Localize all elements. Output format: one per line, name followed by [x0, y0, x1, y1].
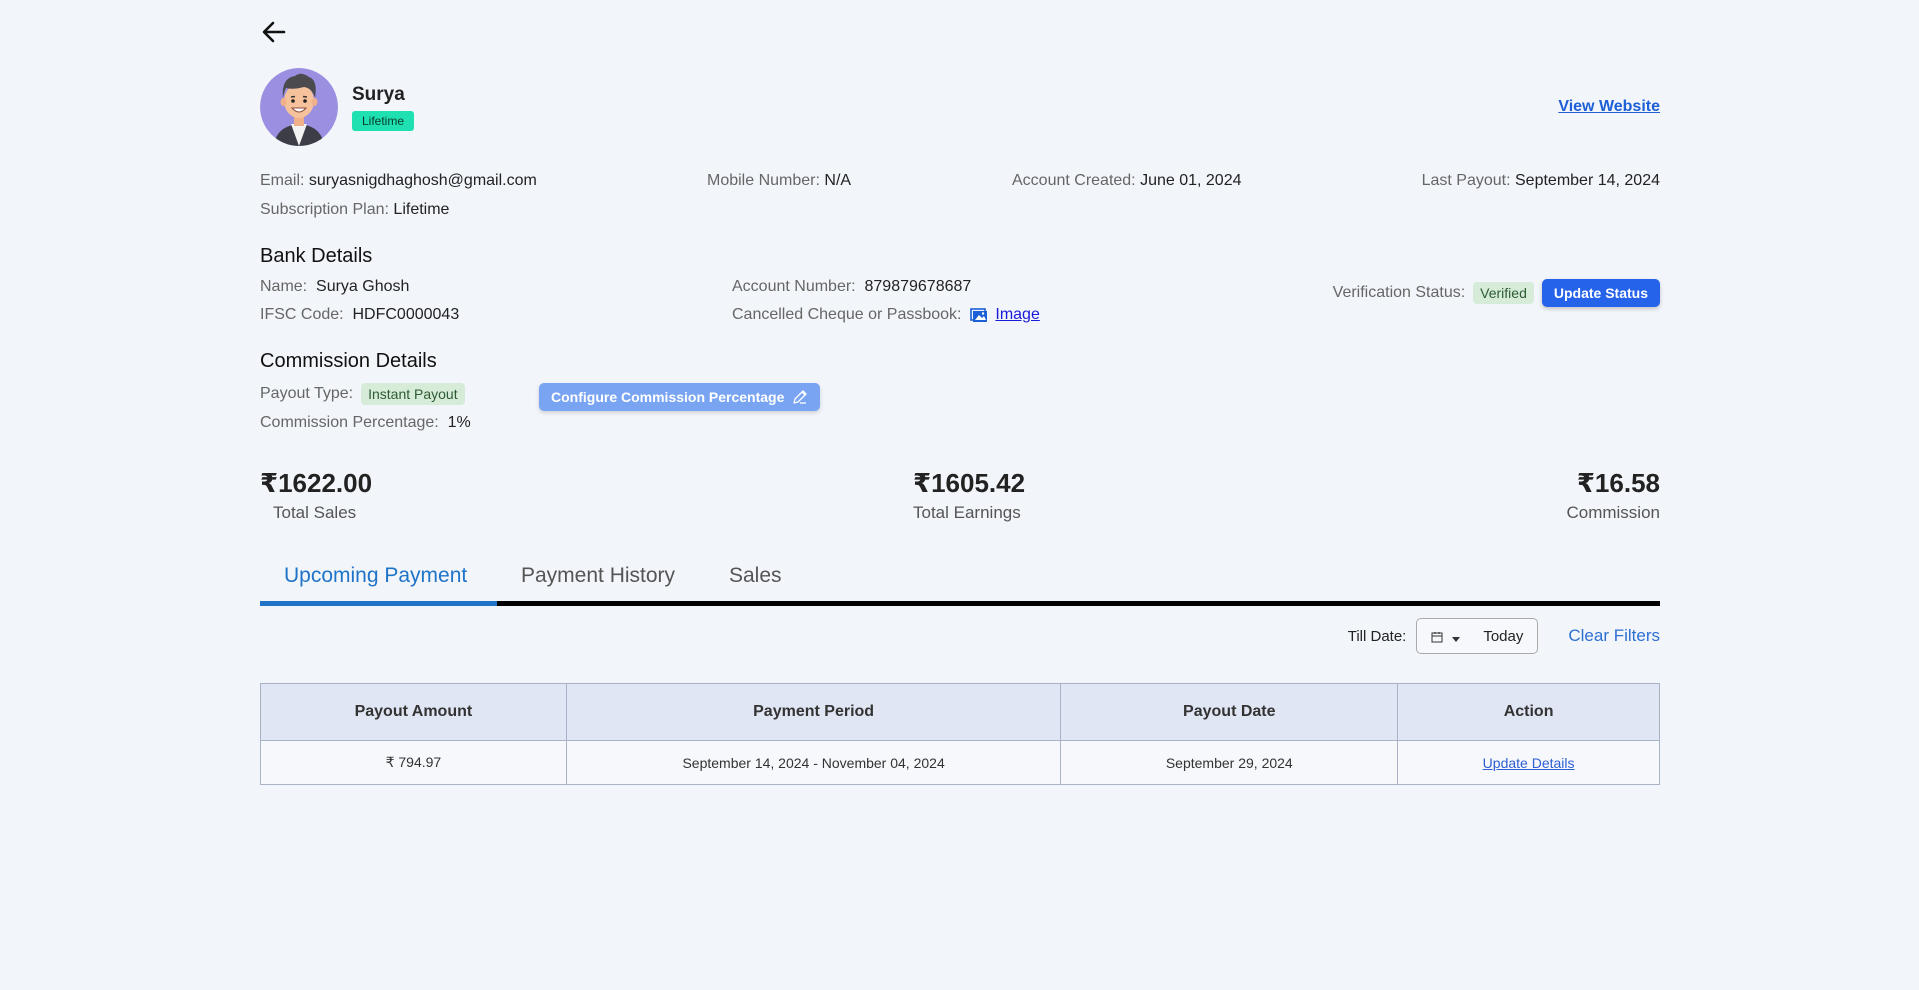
- header-payout-date: Payout Date: [1060, 683, 1399, 741]
- pencil-icon: [792, 389, 808, 405]
- subscription-info: Subscription Plan: Lifetime: [260, 201, 449, 219]
- calendar-icon: [1431, 630, 1443, 643]
- cheque-label: Cancelled Cheque or Passbook:: [732, 306, 962, 323]
- commission-percentage-label: Commission Percentage:: [260, 414, 439, 431]
- user-name: Surya: [352, 84, 405, 105]
- ifsc-value: HDFC0000043: [352, 306, 460, 323]
- main-container: Surya Lifetime View Website Email: surya…: [260, 0, 1660, 990]
- table-header-row: Payout Amount Payment Period Payout Date…: [260, 683, 1660, 741]
- active-tab-indicator: [260, 601, 497, 606]
- commission-label: Commission: [1566, 503, 1660, 522]
- bank-name-info: Name: Surya Ghosh: [260, 278, 409, 296]
- total-sales-amount: ₹1622.00: [260, 468, 373, 498]
- tab-payment-history[interactable]: Payment History: [521, 564, 675, 588]
- table-row: ₹ 794.97 September 14, 2024 - November 0…: [260, 740, 1660, 785]
- action-cell: Update Details: [1397, 740, 1660, 785]
- tab-bar: Upcoming Payment Payment History Sales: [260, 556, 1660, 606]
- verification-info: Verification Status: Verified Update Sta…: [1333, 279, 1660, 307]
- configure-commission-label: Configure Commission Percentage: [551, 389, 785, 405]
- account-number-value: 879879678687: [864, 278, 972, 295]
- bank-name-label: Name:: [260, 278, 308, 295]
- tab-sales[interactable]: Sales: [729, 564, 782, 588]
- commission-amount: ₹16.58: [1576, 468, 1660, 498]
- verification-badge: Verified: [1473, 282, 1534, 304]
- till-date-value: Today: [1483, 627, 1524, 645]
- mobile-value: N/A: [824, 172, 852, 189]
- profile-header: Surya Lifetime View Website: [260, 68, 1660, 148]
- account-created-value: June 01, 2024: [1140, 172, 1242, 189]
- bank-details-title: Bank Details: [260, 245, 373, 267]
- last-payout-value: September 14, 2024: [1515, 172, 1660, 189]
- header-payout-amount: Payout Amount: [260, 683, 567, 741]
- last-payout-label: Last Payout:: [1421, 172, 1511, 189]
- clear-filters-button[interactable]: Clear Filters: [1568, 626, 1660, 646]
- total-earnings-label: Total Earnings: [913, 503, 1021, 522]
- back-arrow-icon[interactable]: [260, 18, 288, 46]
- total-earnings-amount: ₹1605.42: [913, 468, 1026, 498]
- payout-type-info: Payout Type: Instant Payout: [260, 383, 465, 405]
- commission-percentage-info: Commission Percentage: 1%: [260, 414, 471, 432]
- till-date-label: Till Date:: [1347, 627, 1407, 645]
- image-icon: [970, 307, 988, 323]
- total-earnings-stat: ₹1605.42 Total Earnings: [913, 468, 1025, 523]
- commission-details-title: Commission Details: [260, 350, 437, 372]
- payout-date-cell: September 29, 2024: [1060, 740, 1399, 785]
- ifsc-info: IFSC Code: HDFC0000043: [260, 306, 459, 324]
- header-payment-period: Payment Period: [565, 683, 1062, 741]
- email-value: suryasnigdhaghosh@gmail.com: [308, 172, 537, 189]
- upcoming-payments-table: Payout Amount Payment Period Payout Date…: [260, 683, 1660, 785]
- cheque-image-link[interactable]: Image: [995, 306, 1039, 324]
- plan-badge: Lifetime: [352, 111, 415, 131]
- mobile-label: Mobile Number:: [707, 172, 820, 189]
- subscription-label: Subscription Plan:: [260, 201, 389, 218]
- mobile-info: Mobile Number: N/A: [707, 172, 851, 190]
- account-created-info: Account Created: June 01, 2024: [1012, 172, 1242, 190]
- update-details-link[interactable]: Update Details: [1483, 755, 1575, 771]
- account-number-label: Account Number:: [732, 278, 856, 295]
- tab-upcoming-payment[interactable]: Upcoming Payment: [284, 564, 467, 588]
- till-date-picker[interactable]: Today: [1416, 618, 1539, 654]
- verification-label: Verification Status:: [1332, 284, 1466, 301]
- commission-percentage-value: 1%: [447, 414, 471, 431]
- cheque-info: Cancelled Cheque or Passbook: Image: [732, 306, 1040, 324]
- avatar: [260, 68, 338, 146]
- commission-stat: ₹16.58 Commission: [1566, 468, 1660, 523]
- configure-commission-button[interactable]: Configure Commission Percentage: [539, 383, 821, 411]
- total-sales-stat: ₹1622.00 Total Sales: [260, 468, 372, 523]
- header-action: Action: [1397, 683, 1660, 741]
- ifsc-label: IFSC Code:: [260, 306, 344, 323]
- payment-period-cell: September 14, 2024 - November 04, 2024: [565, 740, 1062, 785]
- filters-bar: Till Date: Today Clear Filters: [1348, 618, 1660, 654]
- account-created-label: Account Created:: [1012, 172, 1136, 189]
- last-payout-info: Last Payout: September 14, 2024: [1422, 172, 1660, 190]
- account-number-info: Account Number: 879879678687: [732, 278, 971, 296]
- subscription-value: Lifetime: [393, 201, 450, 218]
- payout-amount-cell: ₹ 794.97: [260, 740, 567, 785]
- bank-name-value: Surya Ghosh: [316, 278, 410, 295]
- email-label: Email:: [260, 172, 305, 189]
- payout-type-label: Payout Type:: [260, 385, 354, 402]
- caret-down-icon: [1451, 631, 1461, 642]
- email-info: Email: suryasnigdhaghosh@gmail.com: [260, 172, 537, 190]
- payout-type-badge: Instant Payout: [361, 383, 465, 405]
- view-website-link[interactable]: View Website: [1558, 98, 1660, 116]
- update-status-button[interactable]: Update Status: [1541, 279, 1660, 307]
- total-sales-label: Total Sales: [273, 503, 357, 522]
